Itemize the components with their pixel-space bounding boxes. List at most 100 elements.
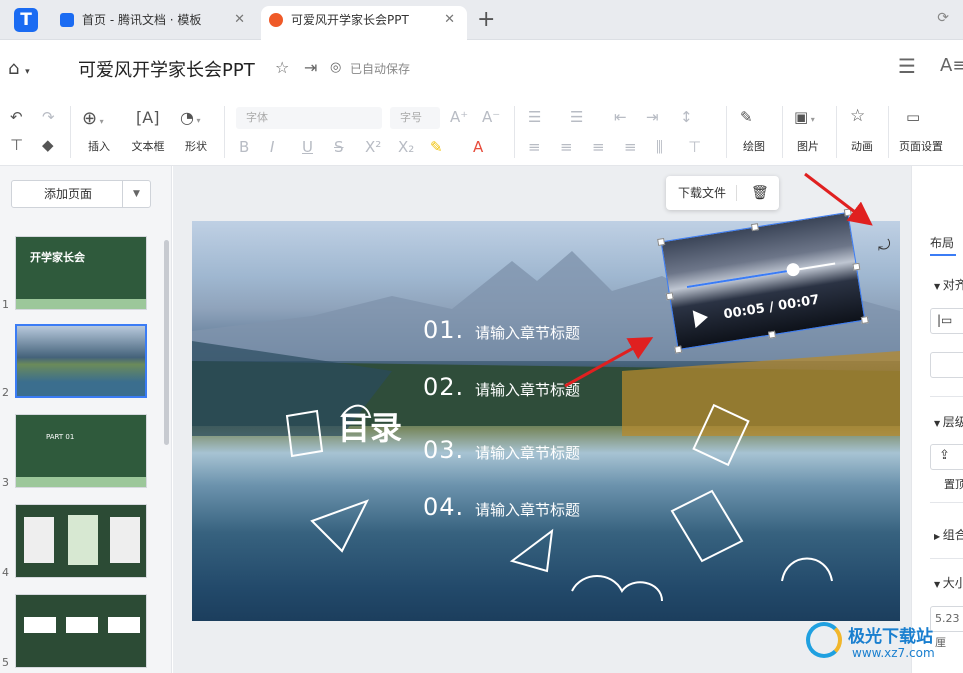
home-icon[interactable]: ⌂ ▾ <box>8 58 30 79</box>
align-center-icon: ≡ <box>560 138 573 156</box>
menu-icon[interactable]: ☰ <box>898 54 916 78</box>
thumb-ground <box>16 299 146 309</box>
resize-handle[interactable] <box>674 345 683 354</box>
eraser-icon[interactable]: ◆ <box>42 136 54 154</box>
animation-star-icon[interactable]: ☆ <box>850 106 865 126</box>
slide-thumbnail-4[interactable] <box>15 504 147 578</box>
bold-icon: B <box>239 138 250 156</box>
tab-home[interactable]: 首页 - 腾讯文档 · 模板 ✕ <box>52 6 257 40</box>
resize-handle[interactable] <box>860 316 869 325</box>
align-left-button[interactable]: |▭ <box>930 308 963 334</box>
rotate-handle-icon[interactable]: ⤾ <box>878 236 891 254</box>
image-icon[interactable]: ▣ ▾ <box>794 108 815 126</box>
resize-handle[interactable] <box>852 262 861 271</box>
tencent-docs-logo-icon[interactable]: T <box>14 8 38 32</box>
draw-button[interactable]: 绘图 <box>724 138 784 154</box>
star-icon[interactable]: ☆ <box>275 58 289 77</box>
check-circle-icon: ◎ <box>330 60 342 75</box>
watermark: 极光下载站 www.xz7.com <box>806 620 956 666</box>
font-size-select[interactable]: 字号 <box>390 107 440 129</box>
numbered-list-icon: ☰ <box>570 108 584 126</box>
watermark-logo-icon <box>806 622 842 658</box>
section-layer[interactable]: ▼ 层级 <box>934 413 963 430</box>
delete-trash-icon[interactable]: 🗑 <box>751 176 769 210</box>
thumb-card <box>66 617 98 633</box>
scrollbar[interactable] <box>164 240 169 445</box>
bring-to-top-button[interactable]: ⇪ <box>930 444 963 470</box>
insert-plus-icon[interactable]: ⊕ ▾ <box>82 108 104 129</box>
watermark-url: www.xz7.com <box>852 646 935 660</box>
add-page-label: 添加页面 <box>43 187 92 201</box>
close-icon[interactable]: ✕ <box>444 6 455 34</box>
add-page-button[interactable]: 添加页面 ▼ <box>11 180 151 208</box>
tab-underline <box>930 254 956 256</box>
slide-thumbnail-2[interactable] <box>15 324 147 398</box>
video-progress-fill <box>686 269 793 288</box>
title-bar: ⌂ ▾ 可爱风开学家长会PPT ☆ ⇥ ◎ 已自动保存 ☰ A≡ <box>0 40 963 96</box>
refresh-icon[interactable]: ⟳ <box>937 10 949 26</box>
align-option[interactable] <box>930 352 963 378</box>
download-file-button[interactable]: 下载文件 <box>678 176 726 210</box>
tab-bar: T 首页 - 腾讯文档 · 模板 ✕ 可爱风开学家长会PPT ✕ + ⟳ <box>0 0 963 40</box>
divider <box>930 558 963 559</box>
font-select[interactable]: 字体 <box>236 107 382 129</box>
play-icon[interactable] <box>692 308 710 329</box>
increase-font-icon: A⁺ <box>450 108 469 126</box>
page-setup-button[interactable]: 页面设置 <box>891 138 951 154</box>
slide-thumbnail-1[interactable]: 开学家长会 <box>15 236 147 310</box>
thumb-card <box>68 515 98 565</box>
tab-ppt[interactable]: 可爱风开学家长会PPT ✕ <box>261 6 467 40</box>
text-size-icon[interactable]: A≡ <box>940 55 963 76</box>
resize-handle[interactable] <box>657 237 666 246</box>
document-title[interactable]: 可爱风开学家长会PPT <box>78 56 255 82</box>
slide-thumbnail-5[interactable] <box>15 594 147 668</box>
italic-icon: I <box>270 138 275 156</box>
slide-thumbnail-3[interactable]: PART 01 <box>15 414 147 488</box>
tab-layout[interactable]: 布局 <box>930 234 954 251</box>
shape-button[interactable]: 形状 <box>166 138 226 154</box>
divider <box>224 106 225 158</box>
chevron-down-icon: ▼ <box>934 419 943 428</box>
section-group[interactable]: ▶ 组合 <box>934 526 963 543</box>
resize-handle[interactable] <box>843 208 852 217</box>
divider <box>930 396 963 397</box>
toc-number: 03. <box>423 436 465 464</box>
animation-button[interactable]: 动画 <box>832 138 892 154</box>
textbox-icon[interactable]: [A] <box>136 108 159 127</box>
font-color-icon: A <box>473 138 484 156</box>
move-icon[interactable]: ⇥ <box>304 58 317 77</box>
underline-icon: U <box>302 138 313 156</box>
toc-text: 请输入章节标题 <box>475 501 581 519</box>
toc-number: 04. <box>423 493 465 521</box>
tab-label: 可爱风开学家长会PPT <box>291 13 409 27</box>
slide-heading[interactable]: 目录 <box>338 403 402 449</box>
resize-handle[interactable] <box>665 292 674 301</box>
page-setup-icon[interactable]: ▭ <box>906 108 920 126</box>
slide-thumbnail-panel: 添加页面 ▼ 开学家长会 1 2 PART 01 3 4 5 <box>0 166 172 673</box>
chevron-down-icon: ▼ <box>934 282 943 291</box>
chevron-down-icon[interactable]: ▼ <box>122 181 150 207</box>
vertical-align-icon: ⊤ <box>688 138 702 156</box>
section-size[interactable]: ▼ 大小 <box>934 574 963 591</box>
thumb-title: 开学家长会 <box>30 251 85 264</box>
bring-to-top-label: 置顶 <box>944 478 963 491</box>
line-spacing-icon: ↕ <box>680 108 693 126</box>
video-progress-knob[interactable] <box>785 262 801 278</box>
resize-handle[interactable] <box>750 223 759 232</box>
format-painter-icon[interactable]: ⊤ <box>10 136 23 154</box>
section-label: 对齐 <box>942 278 963 292</box>
image-button[interactable]: 图片 <box>778 138 838 154</box>
section-align[interactable]: ▼ 对齐 <box>934 276 963 293</box>
undo-icon[interactable]: ↶ <box>10 108 23 126</box>
divider <box>514 106 515 158</box>
new-tab-plus-icon[interactable]: + <box>477 6 495 34</box>
resize-handle[interactable] <box>768 330 777 339</box>
draw-icon[interactable]: ✎ <box>740 108 753 126</box>
shape-icon[interactable]: ◔ ▾ <box>180 108 201 127</box>
slide-number: 5 <box>2 656 9 669</box>
ppt-icon <box>269 13 283 27</box>
thumb-card <box>24 617 56 633</box>
chevron-right-icon: ▶ <box>934 532 943 541</box>
close-icon[interactable]: ✕ <box>234 6 245 34</box>
toc-text: 请输入章节标题 <box>475 324 581 342</box>
